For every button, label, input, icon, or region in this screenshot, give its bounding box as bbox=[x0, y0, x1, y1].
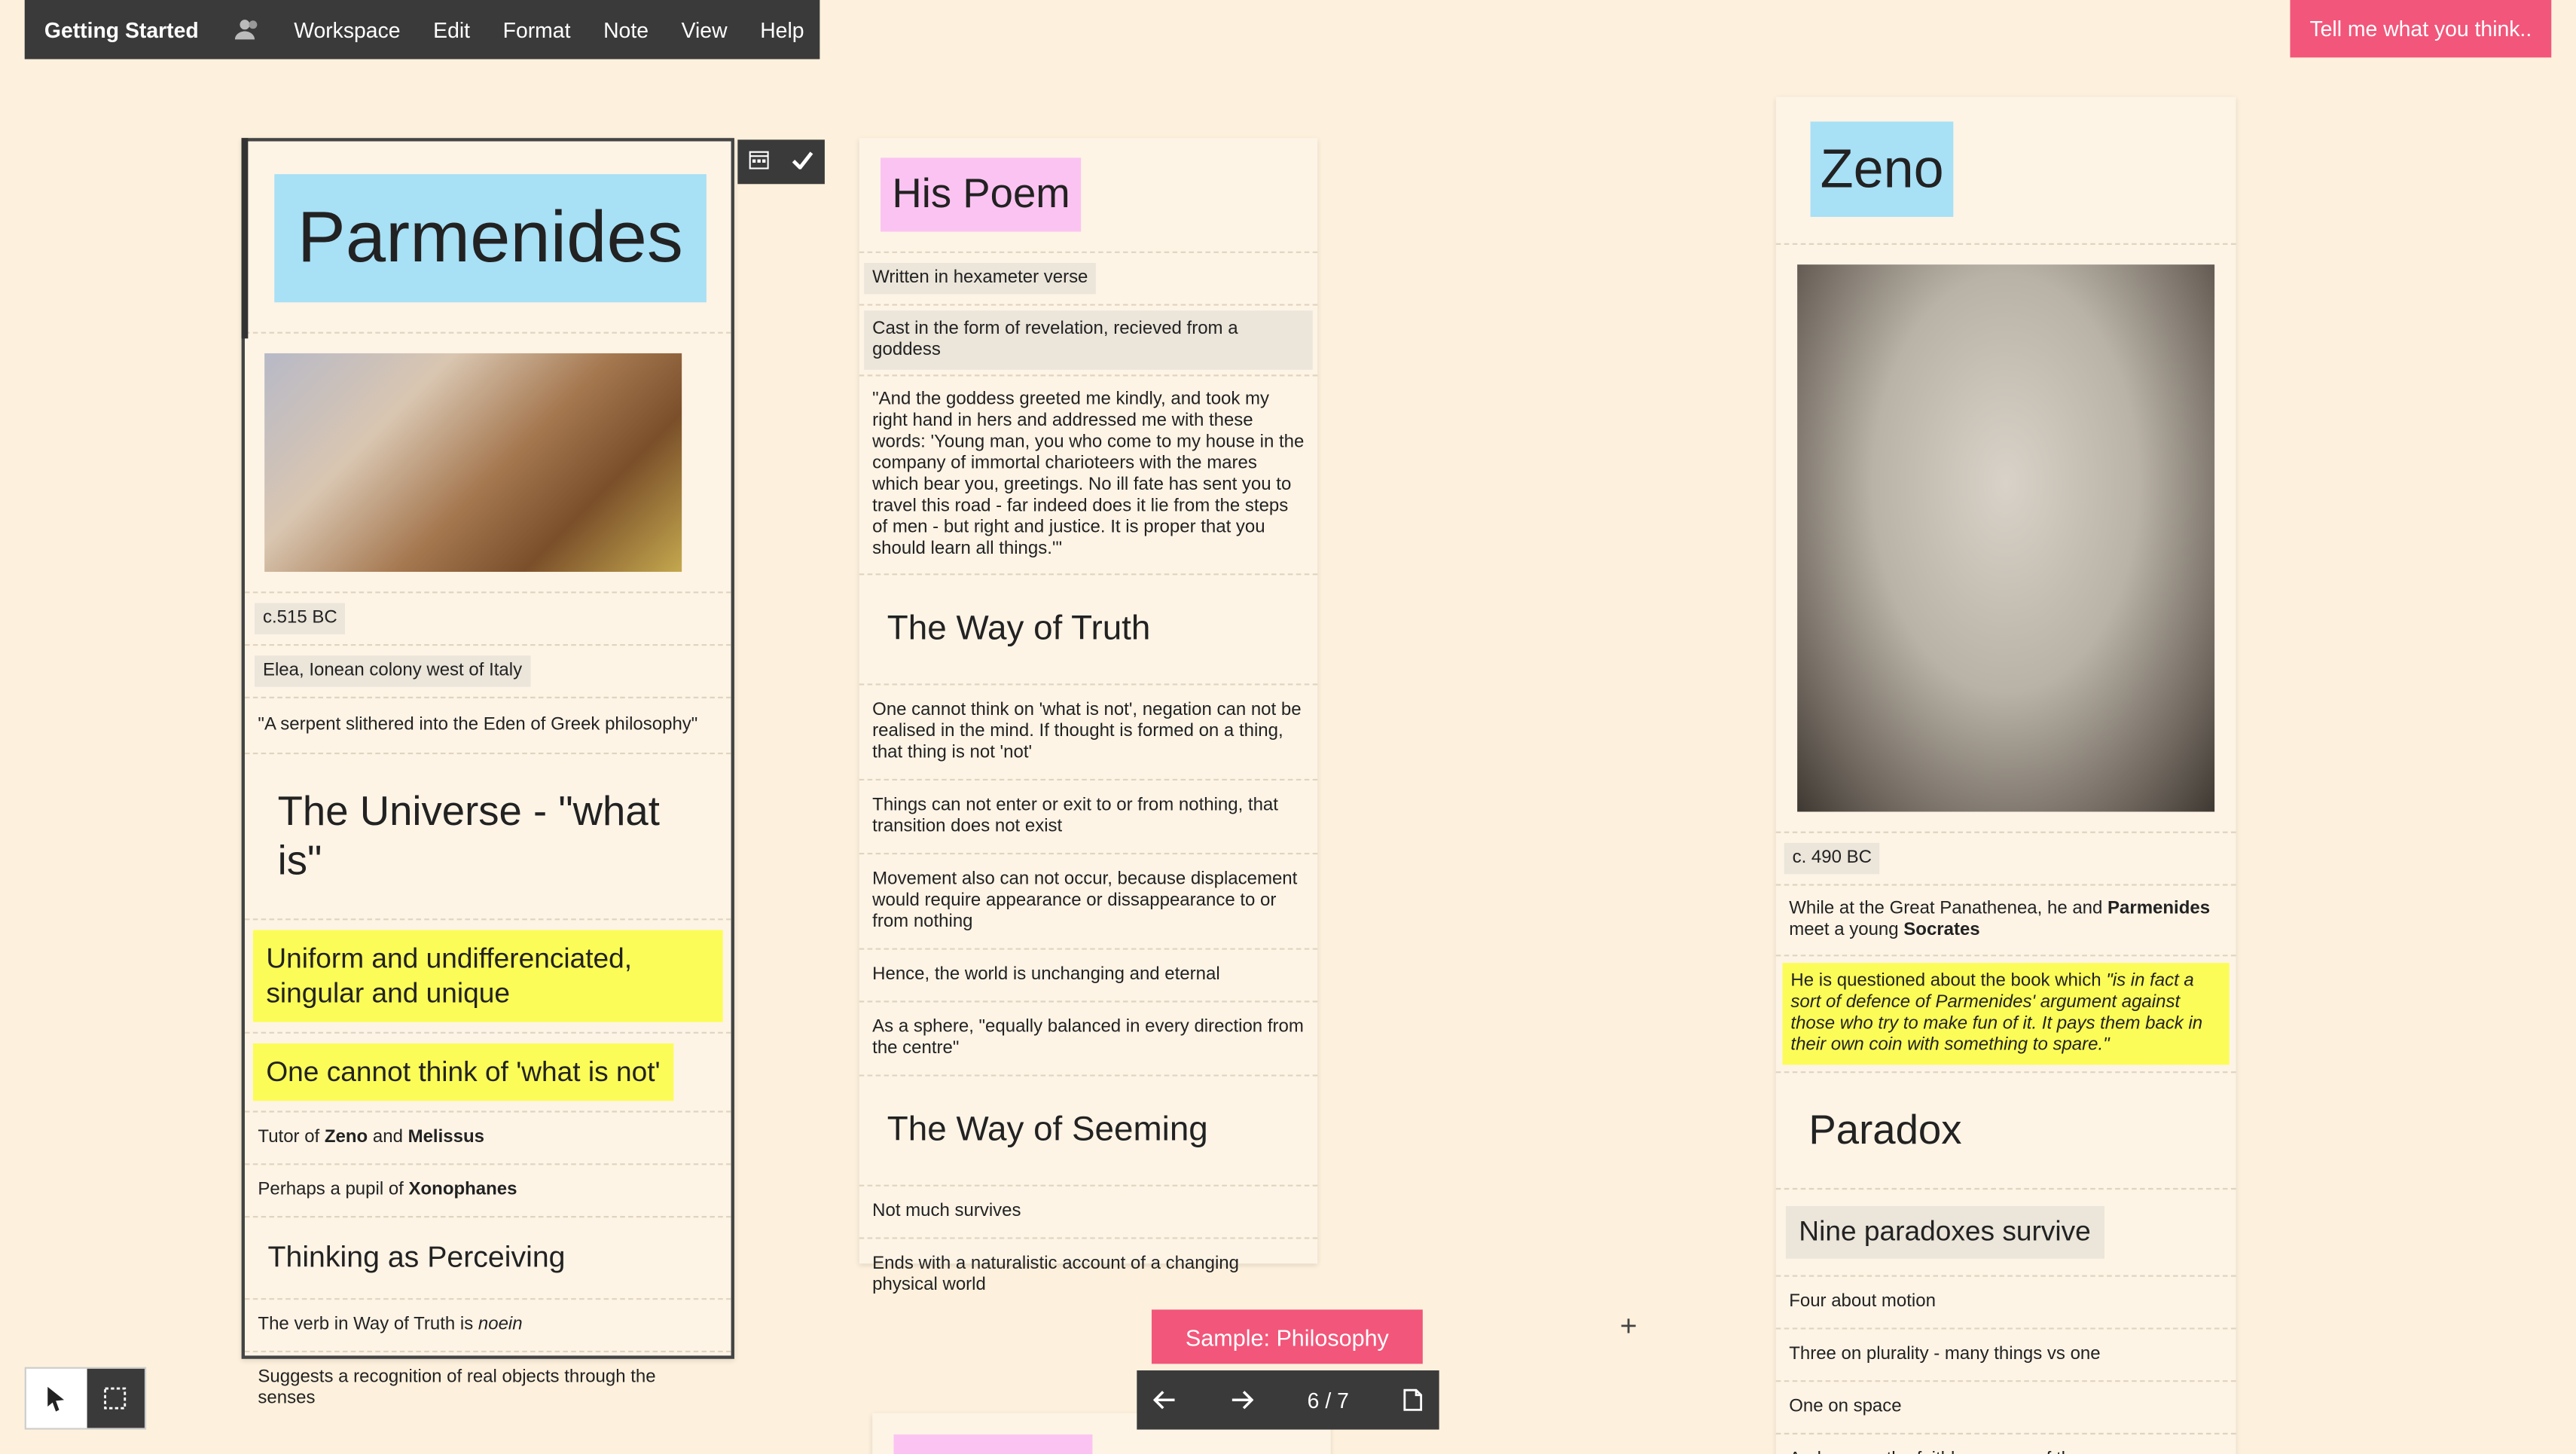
menu-help[interactable]: Help bbox=[743, 0, 820, 60]
zeno-date-chip: c. 490 BC bbox=[1784, 842, 1880, 875]
menu-bar: Getting Started Workspace Edit Format No… bbox=[24, 0, 821, 60]
verb-row: The verb in Way of Truth is noein bbox=[244, 1300, 731, 1353]
menu-view[interactable]: View bbox=[665, 0, 744, 60]
heading-way-of-seeming: The Way of Seeming bbox=[859, 1077, 1318, 1187]
next-card-title bbox=[893, 1434, 1093, 1454]
card-title-poem: His Poem bbox=[881, 157, 1082, 232]
hexameter-chip: Written in hexameter verse bbox=[864, 262, 1097, 295]
paradox-row-2: Three on plurality - many things vs one bbox=[1775, 1330, 2236, 1382]
nine-paradoxes-chip: Nine paradoxes survive bbox=[1785, 1205, 2104, 1259]
card-toolbar bbox=[737, 139, 825, 185]
heading-thinking: Thinking as Perceiving bbox=[244, 1217, 731, 1300]
highlight-uniform: Uniform and undifferenciated, singular a… bbox=[252, 930, 723, 1022]
parmenides-image bbox=[264, 353, 682, 573]
truth-row-4: Hence, the world is unchanging and etern… bbox=[859, 950, 1318, 1003]
menu-format[interactable]: Format bbox=[487, 0, 587, 60]
tutor-row: Tutor of Zeno and Melissus bbox=[244, 1113, 731, 1165]
menu-edit[interactable]: Edit bbox=[417, 0, 486, 60]
column-zeno[interactable]: Zeno c. 490 BC While at the Great Panath… bbox=[1775, 96, 2236, 1454]
menu-note[interactable]: Note bbox=[587, 0, 665, 60]
pager: 6 / 7 bbox=[1137, 1370, 1439, 1430]
page-icon[interactable] bbox=[1403, 1388, 1423, 1412]
zeno-image bbox=[1797, 264, 2215, 812]
place-chip: Elea, Ionean colony west of Italy bbox=[255, 655, 530, 687]
card-title-zeno: Zeno bbox=[1810, 121, 1954, 217]
seeming-row-2: Ends with a naturalistic account of a ch… bbox=[872, 1254, 1239, 1295]
revelation-chip: Cast in the form of revelation, recieved… bbox=[864, 310, 1313, 370]
truth-row-5: As a sphere, "equally balanced in every … bbox=[859, 1002, 1318, 1077]
pointer-tool-icon[interactable] bbox=[26, 1368, 87, 1428]
paradox-row-3: One on space bbox=[1775, 1382, 2236, 1435]
page-count: 6 / 7 bbox=[1307, 1387, 1349, 1413]
truth-row-2: Things can not enter or exit to or from … bbox=[859, 780, 1318, 855]
card-title: Parmenides bbox=[274, 174, 707, 303]
column-parmenides[interactable]: Parmenides c.515 BC Elea, Ionean colony … bbox=[241, 138, 734, 1408]
truth-row-3: Movement also can not occur, because dis… bbox=[859, 854, 1318, 950]
menu-workspace[interactable]: Workspace bbox=[277, 0, 417, 60]
heading-way-of-truth: The Way of Truth bbox=[859, 575, 1318, 686]
suggests-row: Suggests a recognition of real objects t… bbox=[258, 1367, 656, 1409]
date-chip: c.515 BC bbox=[255, 603, 346, 634]
crosshair-icon: + bbox=[1619, 1309, 1637, 1343]
arrow-left-icon[interactable] bbox=[1153, 1390, 1177, 1410]
panathenea-row: While at the Great Panathenea, he and Pa… bbox=[1775, 886, 2236, 957]
pupil-row: Perhaps a pupil of Xonophanes bbox=[244, 1165, 731, 1218]
highlight-what-is-not: One cannot think of 'what is not' bbox=[252, 1043, 674, 1101]
feedback-button[interactable]: Tell me what you think.. bbox=[2290, 0, 2552, 58]
calendar-icon[interactable] bbox=[749, 149, 769, 174]
paradox-row-1: Four about motion bbox=[1775, 1277, 2236, 1330]
check-icon[interactable] bbox=[792, 149, 813, 174]
sample-label[interactable]: Sample: Philosophy bbox=[1151, 1309, 1423, 1364]
marquee-select-icon[interactable] bbox=[87, 1368, 145, 1428]
paradox-row-4: And one on the faithlesseness of the sen… bbox=[1776, 1434, 2236, 1454]
column-his-poem[interactable]: His Poem Written in hexameter verse Cast… bbox=[859, 138, 1318, 1295]
users-icon[interactable] bbox=[218, 0, 278, 60]
app-title[interactable]: Getting Started bbox=[25, 0, 218, 60]
heading-universe: The Universe - "what is" bbox=[244, 754, 731, 921]
questioned-highlight: He is questioned about the book which "i… bbox=[1782, 963, 2230, 1065]
heading-paradox: Paradox bbox=[1775, 1073, 2236, 1190]
seeming-row-1: Not much survives bbox=[859, 1187, 1318, 1239]
goddess-quote: "And the goddess greeted me kindly, and … bbox=[859, 376, 1318, 576]
tool-palette bbox=[24, 1367, 147, 1430]
quote: "A serpent slithered into the Eden of Gr… bbox=[244, 698, 731, 755]
arrow-right-icon[interactable] bbox=[1230, 1390, 1253, 1410]
truth-row-1: One cannot think on 'what is not', negat… bbox=[859, 686, 1318, 781]
